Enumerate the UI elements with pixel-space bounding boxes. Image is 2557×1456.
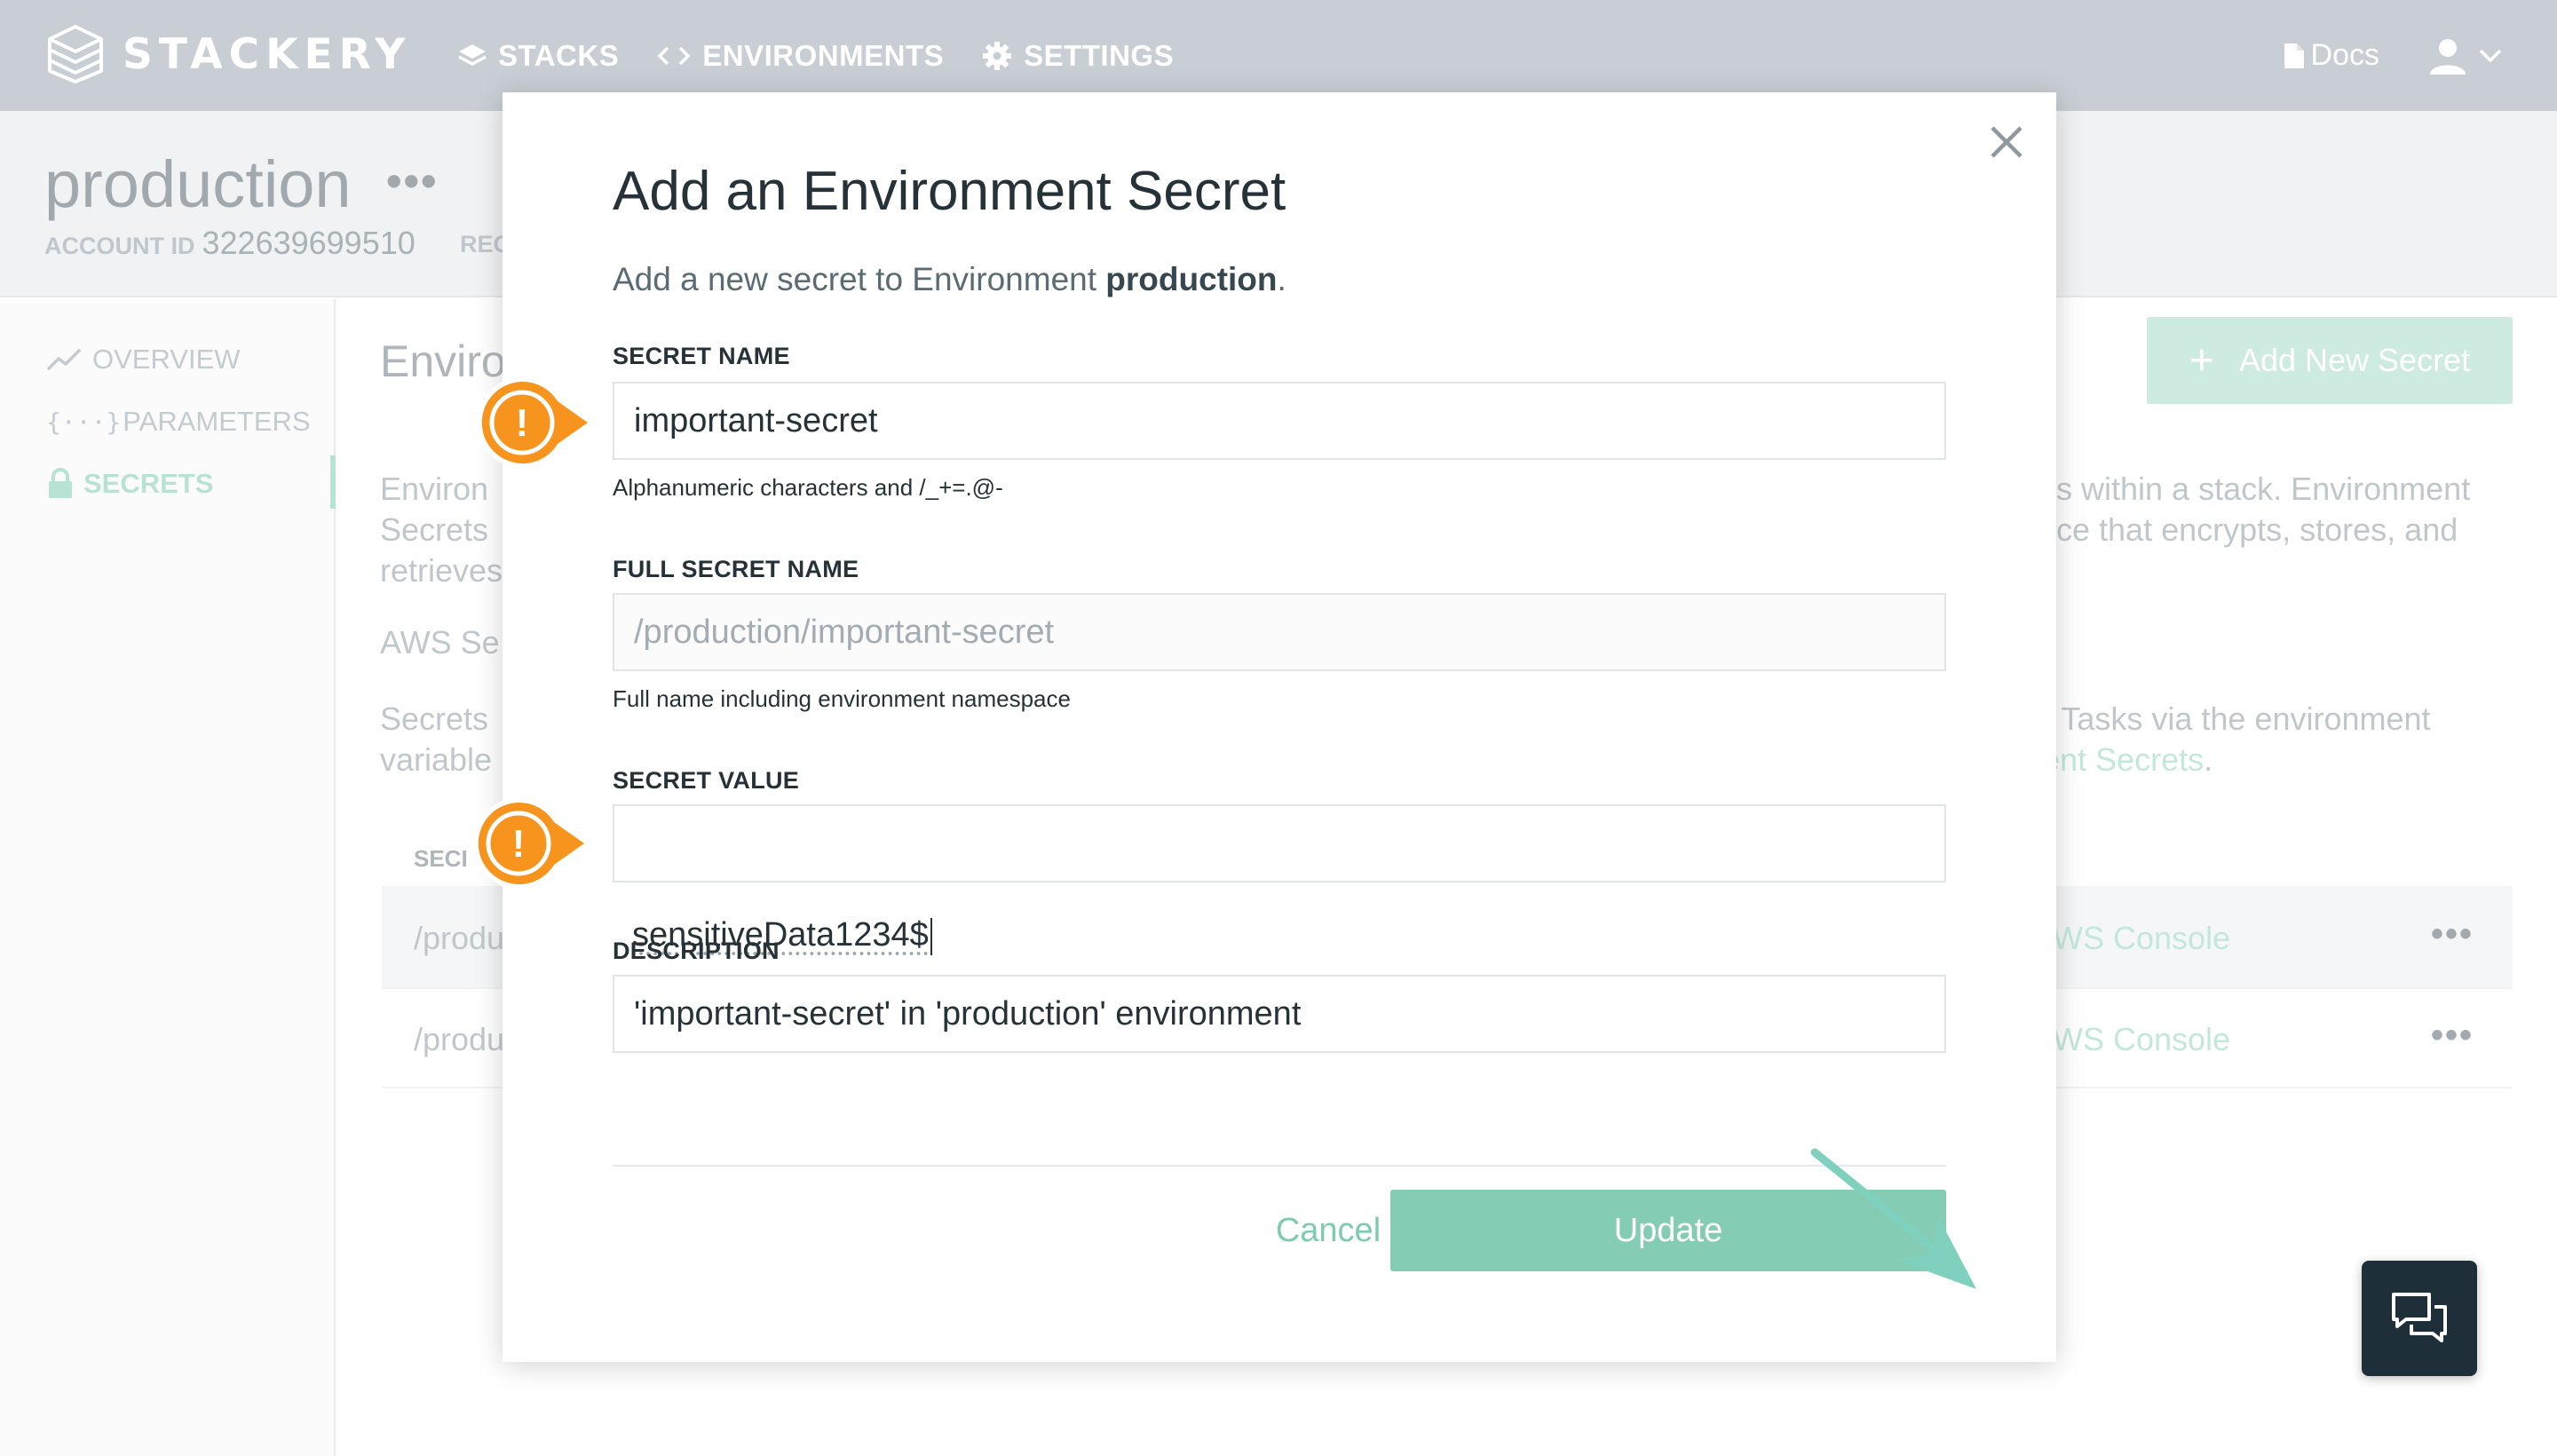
secret-value-input[interactable] xyxy=(613,804,1946,882)
secret-value-label: SECRET VALUE xyxy=(613,767,800,794)
warning-marker-icon: ! xyxy=(473,796,595,890)
add-secret-dialog: Add an Environment Secret Add a new secr… xyxy=(503,92,2056,1362)
text-cursor xyxy=(930,917,932,955)
chat-widget-button[interactable] xyxy=(2362,1261,2477,1376)
full-secret-name-hint: Full name including environment namespac… xyxy=(613,685,1071,712)
footer-divider xyxy=(613,1165,1946,1167)
warning-marker-icon: ! xyxy=(477,376,598,469)
svg-text:!: ! xyxy=(512,822,526,866)
full-secret-name-label: FULL SECRET NAME xyxy=(613,556,859,582)
subtitle-text: Add a new secret to Environment xyxy=(613,261,1106,297)
description-label: DESCRIPTION xyxy=(613,938,780,964)
secret-name-label: SECRET NAME xyxy=(613,343,790,369)
dialog-subtitle: Add a new secret to Environment producti… xyxy=(613,261,1286,298)
close-icon xyxy=(1991,126,2023,158)
chat-bubbles-icon xyxy=(2392,1293,2447,1342)
warning-marker: ! xyxy=(465,790,607,897)
description-input[interactable] xyxy=(613,975,1946,1053)
subtitle-environment: production xyxy=(1105,261,1278,297)
full-secret-name-input[interactable] xyxy=(613,593,1946,671)
secret-name-hint: Alphanumeric characters and /_+=.@- xyxy=(613,474,1003,501)
warning-marker: ! xyxy=(469,369,611,476)
close-button[interactable] xyxy=(1980,115,2033,169)
secret-name-input[interactable] xyxy=(613,382,1946,460)
dialog-title: Add an Environment Secret xyxy=(613,161,1286,222)
svg-text:!: ! xyxy=(516,401,529,445)
pointer-arrow-annotation xyxy=(1810,1148,1976,1289)
subtitle-period: . xyxy=(1277,261,1286,297)
